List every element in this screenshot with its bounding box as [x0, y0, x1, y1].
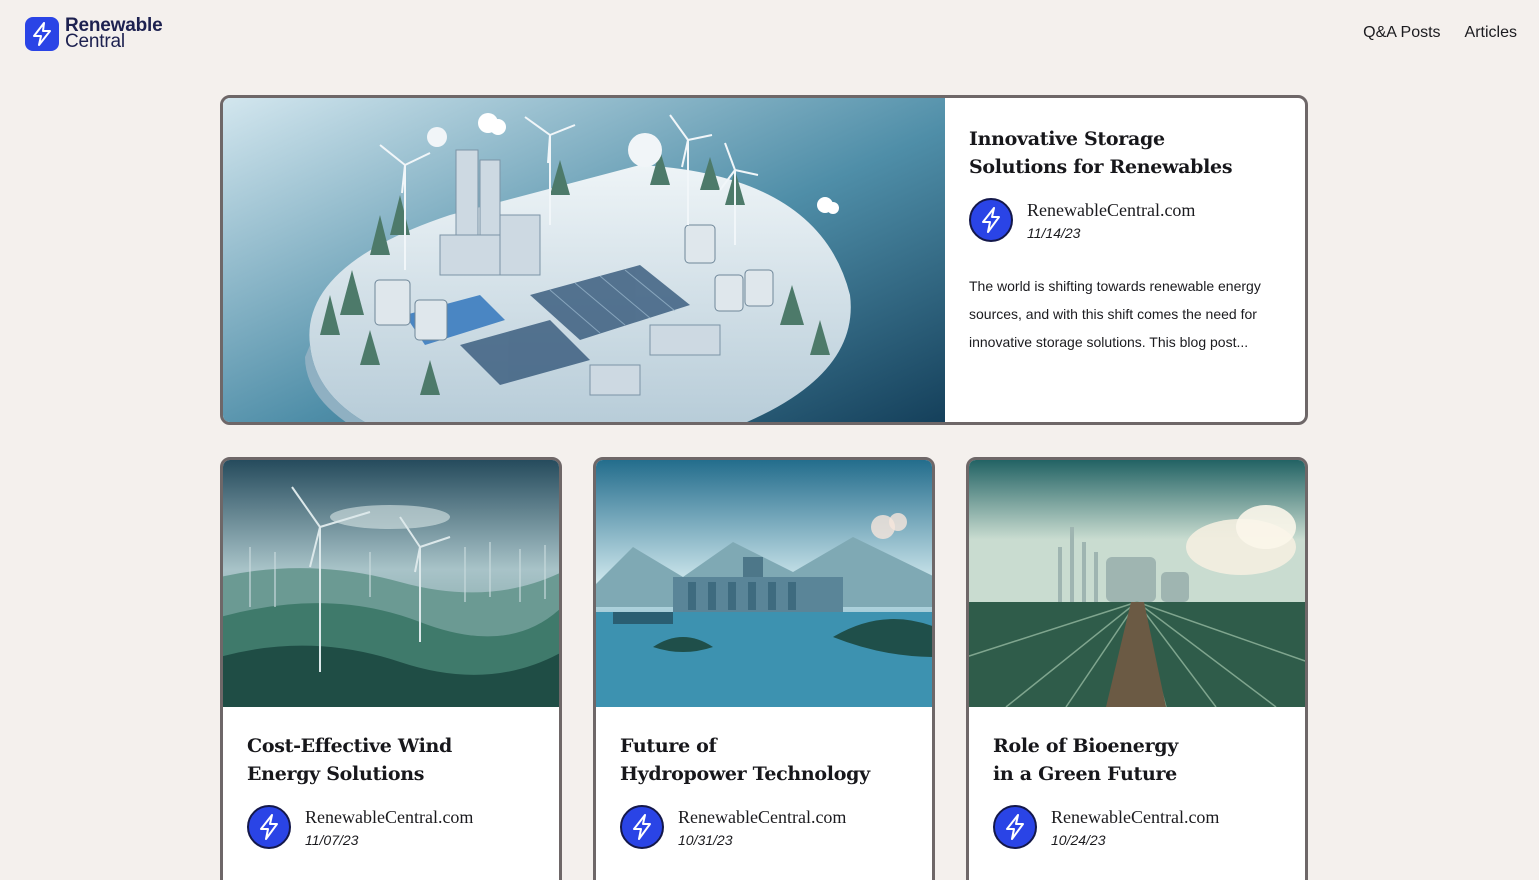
- energy-storage-city-illustration-icon: [223, 98, 945, 422]
- post-date: 11/07/23: [305, 832, 359, 848]
- bioenergy-plant-field-illustration-icon: [969, 460, 1305, 707]
- post-image[interactable]: [969, 460, 1305, 707]
- post-excerpt: The world is shifting towards renewable …: [969, 278, 1261, 350]
- post-title[interactable]: Cost-Effective Wind Energy Solutions: [247, 732, 559, 788]
- post-author: RenewableCentral.com: [678, 807, 847, 827]
- featured-post-title[interactable]: Innovative Storage Solutions for Renewab…: [969, 125, 1283, 181]
- post-meta: RenewableCentral.com 11/07/23: [247, 805, 559, 849]
- post-image[interactable]: [223, 460, 559, 707]
- post-card[interactable]: Role of Bioenergy in a Green Future Rene…: [966, 457, 1308, 880]
- post-author: RenewableCentral.com: [305, 807, 474, 827]
- avatar: [969, 198, 1013, 242]
- post-card[interactable]: Cost-Effective Wind Energy Solutions Ren…: [220, 457, 562, 880]
- post-author: RenewableCentral.com: [1051, 807, 1220, 827]
- lightning-bolt-icon: [982, 207, 1000, 233]
- main-nav: Q&A Posts Articles: [1363, 24, 1517, 42]
- post-meta: RenewableCentral.com 10/24/23: [993, 805, 1305, 849]
- post-card[interactable]: Future of Hydropower Technology Renewabl…: [593, 457, 935, 880]
- post-meta: RenewableCentral.com 10/31/23: [620, 805, 932, 849]
- hydropower-dam-illustration-icon: [596, 460, 932, 707]
- brand-name: Renewable Central: [65, 15, 163, 52]
- lightning-bolt-icon: [260, 814, 278, 840]
- site-header: Renewable Central Q&A Posts Articles: [0, 0, 1539, 80]
- avatar: [993, 805, 1037, 849]
- lightning-bolt-icon: [1006, 814, 1024, 840]
- post-title[interactable]: Role of Bioenergy in a Green Future: [993, 732, 1305, 788]
- nav-articles[interactable]: Articles: [1465, 24, 1517, 42]
- wind-farm-illustration-icon: [223, 460, 559, 707]
- post-date: 11/14/23: [1027, 225, 1081, 241]
- nav-qa-posts[interactable]: Q&A Posts: [1363, 24, 1440, 42]
- post-image[interactable]: [596, 460, 932, 707]
- post-author: RenewableCentral.com: [1027, 200, 1196, 220]
- post-meta: RenewableCentral.com 11/14/23: [969, 198, 1283, 242]
- avatar: [620, 805, 664, 849]
- lightning-bolt-icon: [633, 814, 651, 840]
- post-title[interactable]: Future of Hydropower Technology: [620, 732, 932, 788]
- featured-post-card[interactable]: Innovative Storage Solutions for Renewab…: [220, 95, 1308, 425]
- post-date: 10/24/23: [1051, 832, 1106, 848]
- lightning-bolt-icon: [25, 17, 59, 51]
- brand-logo-link[interactable]: Renewable Central: [25, 15, 163, 52]
- post-date: 10/31/23: [678, 832, 733, 848]
- featured-image[interactable]: [223, 98, 945, 422]
- featured-post-body: Innovative Storage Solutions for Renewab…: [945, 98, 1305, 422]
- avatar: [247, 805, 291, 849]
